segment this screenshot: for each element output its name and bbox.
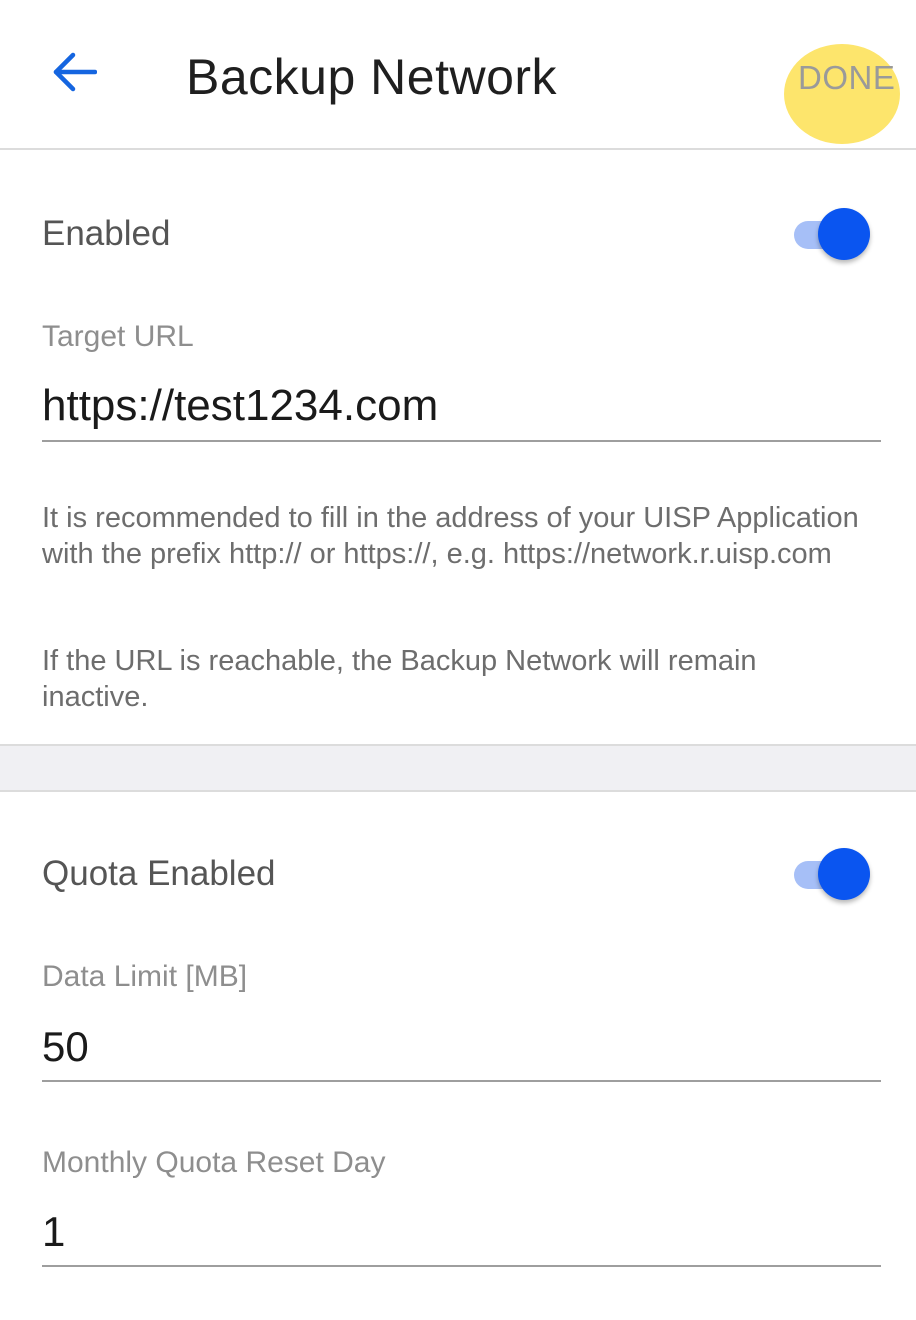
backup-inactive-note: If the URL is reachable, the Backup Netw… [42,645,757,713]
data-limit-input[interactable]: 50 [42,1020,881,1082]
data-limit-label: Data Limit [MB] [42,960,248,993]
section-divider [0,744,916,792]
target-url-input[interactable]: https://test1234.com [42,378,881,442]
backup-network-screen: Backup Network DONE Enabled Target URL h… [0,0,916,1320]
toggle-thumb [818,208,870,260]
back-button[interactable] [44,44,104,104]
enabled-label: Enabled [42,214,171,253]
reset-day-input[interactable]: 1 [42,1205,881,1267]
target-url-helper-text: It is recommended to fill in the address… [42,502,859,570]
toggle-thumb [818,848,870,900]
quota-enabled-label: Quota Enabled [42,854,276,893]
done-button[interactable]: DONE [798,56,910,100]
arrow-left-icon [51,52,98,97]
reset-day-label: Monthly Quota Reset Day [42,1146,386,1179]
enabled-toggle[interactable] [790,206,874,262]
quota-enabled-toggle[interactable] [790,846,874,902]
page-title: Backup Network [186,49,558,105]
target-url-label: Target URL [42,320,194,353]
app-bar: Backup Network DONE [0,0,916,150]
